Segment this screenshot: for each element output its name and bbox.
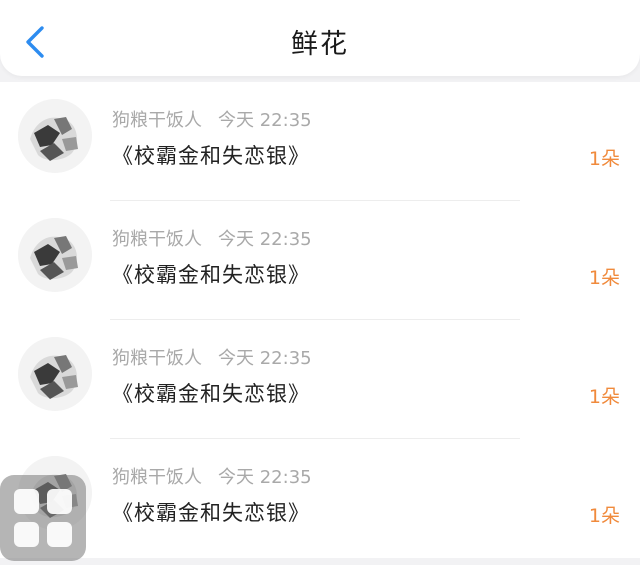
list-item[interactable]: 狗粮干饭人 今天 22:35 《校霸金和失恋银》 1朵 [0,201,640,320]
book-title[interactable]: 《校霸金和失恋银》 [112,259,310,289]
timestamp: 今天 22:35 [218,229,312,250]
page-title: 鲜花 [291,29,349,60]
flower-count: 1朵 [588,148,620,170]
item-meta: 狗粮干饭人 今天 22:35 [112,344,312,370]
book-title[interactable]: 《校霸金和失恋银》 [112,497,310,527]
avatar-image [18,99,92,173]
item-meta: 狗粮干饭人 今天 22:35 [112,463,312,489]
top-bar: 鲜花 [0,0,640,76]
username[interactable]: 狗粮干饭人 [112,348,202,369]
timestamp: 今天 22:35 [218,110,312,131]
item-meta: 狗粮干饭人 今天 22:35 [112,225,312,251]
username[interactable]: 狗粮干饭人 [112,110,202,131]
list-item[interactable]: 狗粮干饭人 今天 22:35 《校霸金和失恋银》 1朵 [0,82,640,201]
avatar[interactable] [18,218,92,292]
avatar-image [18,218,92,292]
book-title[interactable]: 《校霸金和失恋银》 [112,140,310,170]
username[interactable]: 狗粮干饭人 [112,467,202,488]
avatar[interactable] [18,99,92,173]
list-item[interactable]: 狗粮干饭人 今天 22:35 《校霸金和失恋银》 1朵 [0,320,640,439]
avatar-image [18,337,92,411]
grid-menu-icon [14,522,39,547]
flower-count: 1朵 [588,386,620,408]
floating-assist-button[interactable] [0,475,86,561]
flower-count: 1朵 [588,267,620,289]
timestamp: 今天 22:35 [218,467,312,488]
item-meta: 狗粮干饭人 今天 22:35 [112,106,312,132]
grid-menu-icon [47,522,72,547]
timestamp: 今天 22:35 [218,348,312,369]
avatar[interactable] [18,337,92,411]
flower-list: 狗粮干饭人 今天 22:35 《校霸金和失恋银》 1朵 狗粮干饭人 今天 22:35… [0,82,640,558]
grid-menu-icon [47,489,72,514]
grid-menu-icon [14,489,39,514]
flower-count: 1朵 [588,505,620,527]
list-item[interactable]: 狗粮干饭人 今天 22:35 《校霸金和失恋银》 1朵 [0,439,640,558]
book-title[interactable]: 《校霸金和失恋银》 [112,378,310,408]
username[interactable]: 狗粮干饭人 [112,229,202,250]
